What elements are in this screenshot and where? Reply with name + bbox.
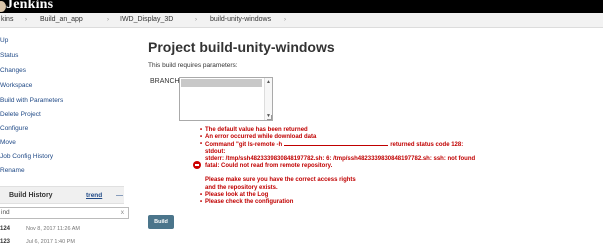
error-line: and the repository exists.	[205, 184, 278, 191]
breadcrumb-separator-icon: ›	[107, 17, 109, 23]
error-line-blank	[205, 170, 475, 177]
build-date[interactable]: Nov 8, 2017 11:26 AM	[26, 226, 80, 232]
sidebar-item-up[interactable]: Up	[0, 36, 8, 45]
sidebar-item-workspace[interactable]: Workspace	[0, 81, 32, 90]
breadcrumb-job[interactable]: build-unity-windows	[210, 15, 271, 25]
build-history-row[interactable]: 123 Jul 6, 2017 1:40 PM	[0, 238, 124, 250]
sidebar-item-delete-project[interactable]: Delete Project	[0, 110, 41, 119]
jenkins-logo-text[interactable]: Jenkins	[6, 0, 53, 13]
error-line: Please look at the Log	[200, 192, 475, 199]
error-line: stderr: /tmp/ssh4823339830848197782.sh: …	[205, 155, 476, 162]
build-date[interactable]: Jul 6, 2017 1:40 PM	[26, 239, 75, 245]
sidebar-item-rename[interactable]: Rename	[0, 166, 25, 175]
build-filter-value: ind	[1, 209, 10, 216]
breadcrumb-separator-icon: ›	[25, 17, 27, 23]
build-history-trend-link[interactable]: trend	[86, 192, 102, 199]
branch-select-scrollbar[interactable]: ▲ ▼	[264, 78, 272, 120]
error-line: Please make sure you have the correct ac…	[205, 177, 356, 184]
sidebar-item-job-config-history[interactable]: Job Config History	[0, 152, 53, 161]
build-filter-input[interactable]: ind x	[0, 207, 129, 219]
branch-selected-option[interactable]	[181, 79, 262, 87]
build-history-title: Build History	[9, 192, 53, 199]
build-history-header: Build History trend —	[0, 186, 124, 204]
breadcrumb-folder[interactable]: Build_an_app	[40, 15, 83, 25]
page-title: Project build-unity-windows	[148, 39, 335, 55]
error-line: An error occurred while download data	[200, 134, 475, 141]
parameters-intro: This build requires parameters:	[148, 62, 238, 69]
clear-filter-icon[interactable]: x	[121, 209, 124, 216]
error-line: Command "git ls-remote -hreturned status…	[200, 141, 475, 148]
error-icon	[193, 161, 201, 169]
error-messages: The default value has been returned An e…	[200, 127, 476, 206]
sidebar-item-move[interactable]: Move	[0, 138, 16, 147]
breadcrumb-jenkins[interactable]: kins	[1, 15, 13, 25]
sidebar-item-status[interactable]: Status	[0, 51, 18, 60]
build-button[interactable]: Build	[148, 215, 174, 229]
branch-select[interactable]: ▲ ▼	[179, 77, 273, 121]
error-line: The default value has been returned	[200, 127, 475, 134]
branch-param-label: BRANCH	[150, 78, 180, 85]
breadcrumb-separator-icon: ›	[195, 17, 197, 23]
sidebar-item-build-with-parameters[interactable]: Build with Parameters	[0, 96, 63, 105]
build-number[interactable]: 124	[0, 226, 10, 232]
breadcrumb-subfolder[interactable]: IWD_Display_3D	[120, 15, 173, 25]
build-number[interactable]: 123	[0, 239, 10, 245]
top-header: Jenkins	[0, 0, 603, 13]
resize-handle-icon[interactable]	[267, 115, 272, 120]
error-line: Please check the configuration	[200, 199, 475, 206]
repo-url-blank	[284, 141, 389, 147]
breadcrumb: kins › Build_an_app › IWD_Display_3D › b…	[0, 13, 603, 28]
trend-icon[interactable]: —	[116, 192, 123, 199]
error-line: stdout:	[205, 148, 226, 155]
breadcrumb-separator-icon: ›	[284, 17, 286, 23]
error-line: fatal: Could not read from remote reposi…	[205, 162, 333, 169]
sidebar-item-changes[interactable]: Changes	[0, 66, 26, 75]
build-history-row[interactable]: 124 Nov 8, 2017 11:26 AM	[0, 225, 124, 237]
scroll-up-icon[interactable]: ▲	[266, 79, 271, 85]
sidebar-item-configure[interactable]: Configure	[0, 124, 28, 133]
